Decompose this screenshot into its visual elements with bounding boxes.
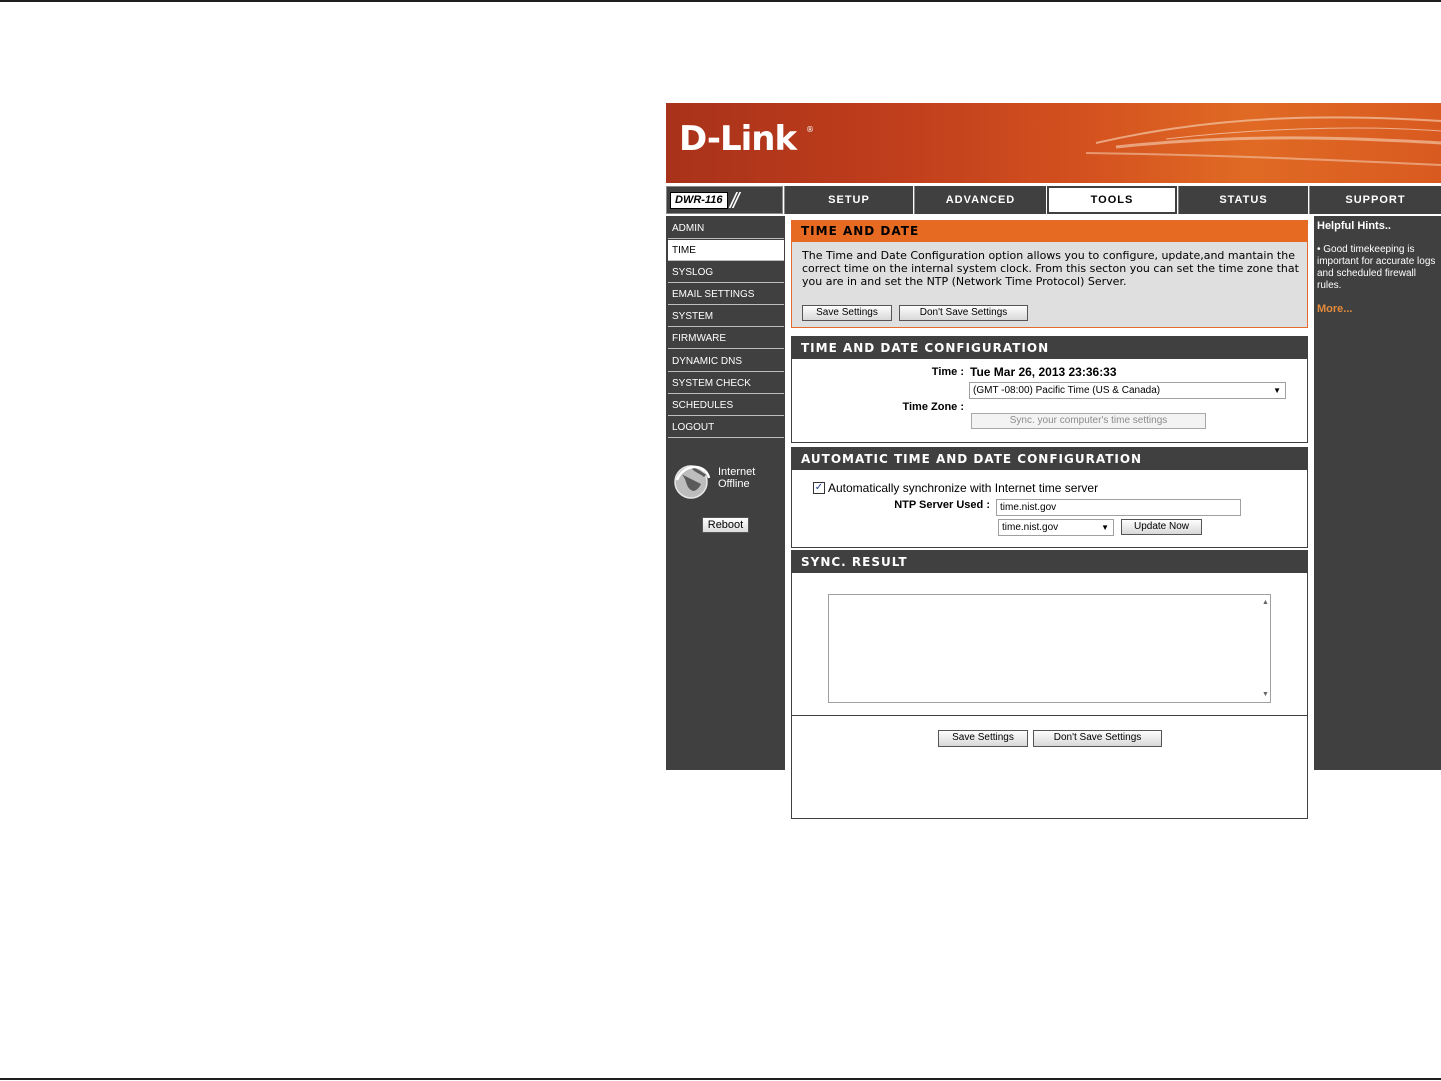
internet-status-value: Offline bbox=[718, 478, 750, 490]
sidebar-item-admin[interactable]: ADMIN bbox=[668, 218, 784, 239]
dont-save-settings-button-bottom[interactable]: Don't Save Settings bbox=[1033, 730, 1162, 747]
ntp-server-label: NTP Server Used : bbox=[894, 499, 990, 511]
sync-result-title: SYNC. RESULT bbox=[792, 551, 1307, 573]
left-sidebar: ADMIN TIME SYSLOG EMAIL SETTINGS SYSTEM … bbox=[666, 216, 785, 770]
sidebar-item-firmware[interactable]: FIRMWARE bbox=[668, 328, 784, 349]
timezone-select[interactable]: (GMT -08:00) Pacific Time (US & Canada) … bbox=[969, 382, 1286, 399]
timezone-select-value: (GMT -08:00) Pacific Time (US & Canada) bbox=[973, 385, 1161, 396]
sidebar-item-dynamic-dns[interactable]: DYNAMIC DNS bbox=[668, 351, 784, 372]
time-label: Time : bbox=[931, 366, 964, 378]
model-name: DWR-116 bbox=[670, 192, 728, 209]
tab-tools[interactable]: TOOLS bbox=[1047, 186, 1177, 214]
tab-support[interactable]: SUPPORT bbox=[1309, 186, 1441, 214]
page-bottom-rule bbox=[0, 1078, 1441, 1080]
sync-result-panel: SYNC. RESULT ▲ ▼ bbox=[791, 550, 1308, 716]
chevron-down-icon: ▼ bbox=[1273, 386, 1281, 395]
dlink-logo: D-Link bbox=[679, 119, 797, 159]
ntp-server-select-value: time.nist.gov bbox=[1002, 522, 1059, 533]
ntp-server-input[interactable]: time.nist.gov bbox=[996, 499, 1241, 516]
reboot-button[interactable]: Reboot bbox=[702, 517, 749, 533]
scroll-up-icon[interactable]: ▲ bbox=[1262, 599, 1304, 606]
registered-mark: ® bbox=[806, 125, 814, 134]
save-settings-button-bottom[interactable]: Save Settings bbox=[938, 730, 1028, 747]
brand-banner: D-Link ® bbox=[666, 103, 1441, 183]
update-now-button[interactable]: Update Now bbox=[1121, 519, 1202, 535]
sidebar-item-syslog[interactable]: SYSLOG bbox=[668, 262, 784, 283]
sidebar-item-email-settings[interactable]: EMAIL SETTINGS bbox=[668, 284, 784, 305]
time-date-config-title: TIME AND DATE CONFIGURATION bbox=[792, 337, 1307, 359]
sidebar-item-logout[interactable]: LOGOUT bbox=[668, 417, 784, 438]
current-time-value: Tue Mar 26, 2013 23:36:33 bbox=[970, 365, 1117, 379]
save-settings-button-top[interactable]: Save Settings bbox=[802, 305, 892, 321]
intro-panel: TIME AND DATE The Time and Date Configur… bbox=[791, 220, 1308, 328]
top-navigation: DWR-116 // SETUP ADVANCED TOOLS STATUS S… bbox=[666, 186, 1441, 214]
sidebar-item-time[interactable]: TIME bbox=[668, 240, 784, 261]
model-slash-decoration: // bbox=[730, 188, 739, 213]
scroll-down-icon[interactable]: ▼ bbox=[1262, 691, 1304, 698]
helpful-hints-panel: Helpful Hints.. • Good timekeeping is im… bbox=[1314, 216, 1441, 770]
intro-title: TIME AND DATE bbox=[792, 221, 1307, 242]
dont-save-settings-button-top[interactable]: Don't Save Settings bbox=[899, 305, 1028, 321]
sidebar-item-system-check[interactable]: SYSTEM CHECK bbox=[668, 373, 784, 394]
timezone-label: Time Zone : bbox=[902, 401, 964, 413]
sidebar-item-schedules[interactable]: SCHEDULES bbox=[668, 395, 784, 416]
sync-result-textarea[interactable] bbox=[828, 594, 1271, 703]
chevron-down-icon: ▼ bbox=[1101, 523, 1109, 532]
ntp-server-select[interactable]: time.nist.gov ▼ bbox=[998, 519, 1114, 536]
tab-status[interactable]: STATUS bbox=[1178, 186, 1308, 214]
hints-text: • Good timekeeping is important for accu… bbox=[1317, 244, 1436, 291]
tab-advanced[interactable]: ADVANCED bbox=[914, 186, 1046, 214]
intro-description: The Time and Date Configuration option a… bbox=[802, 249, 1299, 288]
automatic-time-config-title: AUTOMATIC TIME AND DATE CONFIGURATION bbox=[792, 448, 1307, 470]
tab-setup[interactable]: SETUP bbox=[784, 186, 913, 214]
auto-sync-checkbox[interactable]: ✓ bbox=[813, 482, 825, 494]
time-date-config-section: TIME AND DATE CONFIGURATION Time : Tue M… bbox=[791, 336, 1308, 443]
sidebar-item-system[interactable]: SYSTEM bbox=[668, 306, 784, 327]
internet-status: Internet Offline bbox=[718, 466, 755, 490]
hints-title: Helpful Hints.. bbox=[1317, 220, 1391, 232]
hints-more-link[interactable]: More... bbox=[1317, 303, 1352, 315]
automatic-time-config-section: AUTOMATIC TIME AND DATE CONFIGURATION ✓ … bbox=[791, 447, 1308, 548]
sync-computer-time-button[interactable]: Sync. your computer's time settings bbox=[971, 413, 1206, 429]
internet-status-label: Internet bbox=[718, 466, 756, 478]
auto-sync-label: Automatically synchronize with Internet … bbox=[828, 481, 1099, 495]
page-top-rule bbox=[0, 0, 1441, 2]
model-badge: DWR-116 // bbox=[666, 186, 783, 214]
internet-globe-icon bbox=[674, 465, 711, 499]
